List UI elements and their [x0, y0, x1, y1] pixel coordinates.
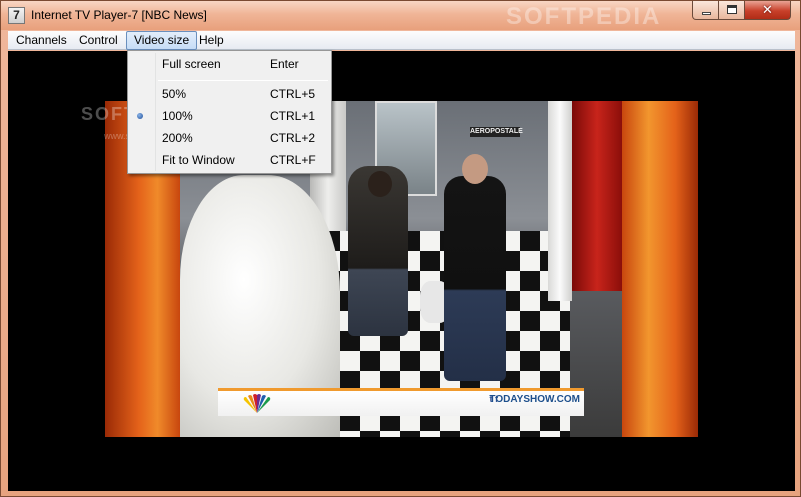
menu-item-label: 50%	[162, 87, 187, 101]
window-title: Internet TV Player-7 [NBC News]	[31, 8, 207, 22]
maximize-button[interactable]	[718, 1, 745, 20]
menu-help[interactable]: Help	[192, 31, 231, 50]
menu-item-200-percent[interactable]: 200% CTRL+2	[130, 127, 329, 149]
app-window: 7 Internet TV Player-7 [NBC News] SOFTPE…	[0, 0, 801, 497]
close-icon: ✕	[762, 2, 773, 17]
scene-person-black-shirt	[444, 176, 506, 381]
maximize-icon	[727, 5, 737, 14]
news-lower-third: t f TODAYSHOW.COM	[218, 388, 584, 416]
close-button[interactable]: ✕	[744, 1, 791, 20]
menu-item-shortcut: Enter	[270, 57, 299, 71]
menu-item-label: Fit to Window	[162, 153, 235, 167]
title-bar[interactable]: 7 Internet TV Player-7 [NBC News] SOFTPE…	[1, 1, 800, 30]
video-right-graphic	[622, 101, 698, 437]
menu-video-size[interactable]: Video size	[126, 31, 198, 50]
menu-item-100-percent[interactable]: 100% CTRL+1	[130, 105, 329, 127]
menu-item-label: 200%	[162, 131, 193, 145]
menu-item-label: 100%	[162, 109, 193, 123]
menu-separator	[158, 80, 328, 81]
scene-person-head	[368, 171, 392, 197]
menu-item-shortcut: CTRL+2	[270, 131, 316, 145]
menu-item-full-screen[interactable]: Full screen Enter	[130, 53, 329, 75]
watermark-title: SOFTPEDIA	[506, 3, 662, 30]
menu-item-shortcut: CTRL+F	[270, 153, 316, 167]
menu-item-label: Full screen	[162, 57, 221, 71]
minimize-icon	[702, 12, 711, 15]
video-size-dropdown: Full screen Enter 50% CTRL+5 100% CTRL+1…	[127, 50, 332, 174]
scene-pillar-right	[548, 101, 572, 301]
menu-channels[interactable]: Channels	[9, 31, 74, 50]
news-ticker-text: TODAYSHOW.COM	[489, 394, 580, 405]
nbc-peacock-icon	[243, 394, 271, 413]
menu-control[interactable]: Control	[72, 31, 125, 50]
scene-store-sign: AEROPOSTALE	[470, 127, 523, 137]
app-icon[interactable]: 7	[8, 7, 25, 24]
menu-item-50-percent[interactable]: 50% CTRL+5	[130, 83, 329, 105]
menu-item-shortcut: CTRL+1	[270, 109, 316, 123]
menu-bar: Channels Control Video size Help	[8, 31, 795, 50]
scene-person-head-2	[462, 154, 488, 184]
scene-red-column	[572, 101, 622, 291]
minimize-button[interactable]	[692, 1, 719, 20]
menu-item-shortcut: CTRL+5	[270, 87, 316, 101]
radio-checked-icon	[137, 113, 143, 119]
menu-item-fit-to-window[interactable]: Fit to Window CTRL+F	[130, 149, 329, 171]
